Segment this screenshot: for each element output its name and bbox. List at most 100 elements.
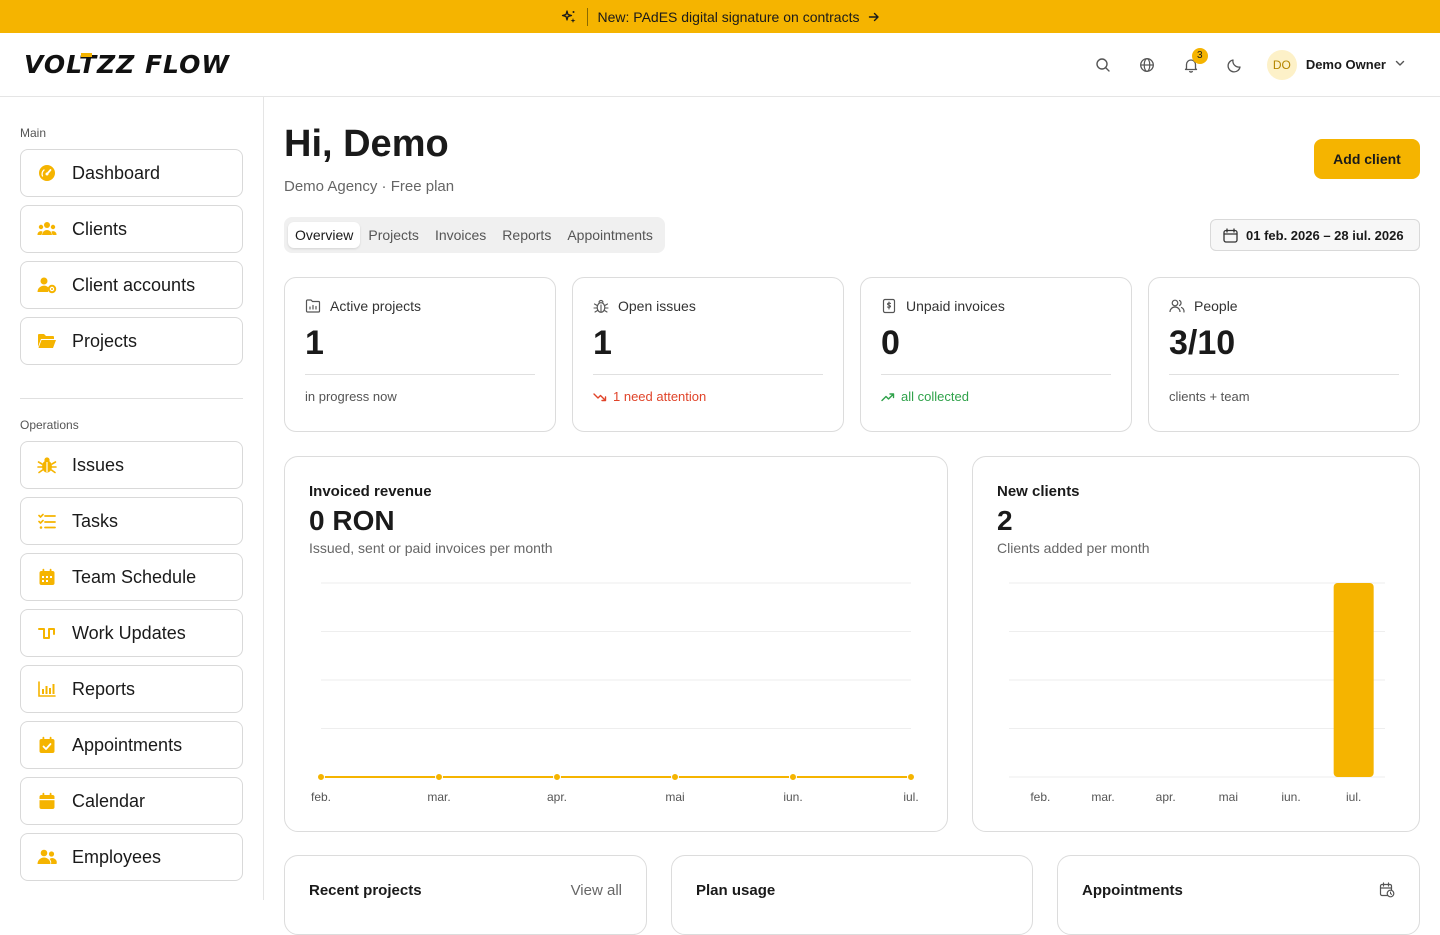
card-title: Appointments [1082,882,1183,899]
stat-card-active-projects[interactable]: Active projects 1 in progress now [284,277,556,432]
sidebar-item-label: Calendar [72,790,146,811]
tab-bar: Overview Projects Invoices Reports Appoi… [284,217,665,253]
sidebar-item-appointments[interactable]: Appointments [20,721,243,769]
stat-header: People [1169,298,1399,314]
stat-label: Unpaid invoices [906,298,1005,314]
revenue-chart-card: feb. mar. apr. mai iun. iul. Invoiced revenue… [284,456,948,832]
bar-chart-icon [37,679,57,699]
stat-footnote: clients + team [1169,389,1250,404]
stat-footnote: all collected [881,389,1111,404]
announcement-bar[interactable]: New: PAdES digital signature on contract… [0,0,1440,33]
sidebar-item-team-schedule[interactable]: Team Schedule [20,553,243,601]
x-tick-label: mai [1219,790,1238,804]
sidebar-divider [20,398,243,399]
sidebar-item-dashboard[interactable]: Dashboard [20,149,243,197]
data-point [317,773,325,781]
stat-card-open-issues[interactable]: Open issues 1 1 need attention [572,277,844,432]
stat-value: 1 [305,324,324,362]
tab-invoices[interactable]: Invoices [427,222,494,248]
sparkles-icon [561,9,577,25]
stat-divider [881,374,1111,375]
logo-part: ZZ FLOW [97,50,230,79]
invoice-icon [882,298,896,314]
appointments-card: Appointments [1057,855,1420,935]
calendar-icon [1223,227,1238,243]
sidebar-item-reports[interactable]: Reports [20,665,243,713]
sidebar-item-issues[interactable]: Issues [20,441,243,489]
trend-down-icon [593,392,607,401]
sidebar-item-work-updates[interactable]: Work Updates [20,609,243,657]
date-range-picker[interactable]: 01 feb. 2026 – 28 iul. 2026 [1210,219,1420,251]
data-point [789,773,797,781]
stat-value: 0 [881,324,900,362]
x-tick-label: apr. [1156,790,1176,804]
card-title: Recent projects [309,882,422,899]
top-header: VOLTZZ FLOW 3 DO Demo Owner [0,33,1440,97]
arrow-right-icon[interactable] [868,11,880,23]
chart-value: 2 [997,505,1013,536]
plan-usage-card: Plan usage [671,855,1033,935]
sidebar-item-label: Dashboard [72,162,161,183]
tab-overview[interactable]: Overview [288,222,361,248]
stat-header: Unpaid invoices [881,298,1111,314]
sidebar-item-tasks[interactable]: Tasks [20,497,243,545]
tab-appointments[interactable]: Appointments [559,222,661,248]
chart-subtitle: Issued, sent or paid invoices per month [309,540,553,556]
stat-card-people[interactable]: People 3/10 clients + team [1148,277,1420,432]
page-title: Hi, Demo [284,123,449,165]
notification-badge: 3 [1191,47,1208,64]
globe-icon[interactable] [1125,43,1169,87]
bell-icon[interactable]: 3 [1169,43,1213,87]
brand-logo[interactable]: VOLTZZ FLOW [24,50,230,79]
stat-value: 1 [593,324,612,362]
people-icon [1169,299,1185,313]
header-actions: 3 DO Demo Owner [1081,43,1416,87]
folder-chart-icon [305,299,321,313]
x-tick-label: feb. [311,790,331,804]
add-client-button[interactable]: Add client [1314,139,1420,179]
stat-divider [305,374,535,375]
search-icon[interactable] [1081,43,1125,87]
announcement-separator [586,7,588,26]
folder-icon [37,331,57,351]
x-tick-label: feb. [1030,790,1050,804]
sidebar-item-clients[interactable]: Clients [20,205,243,253]
bug-icon [37,455,57,475]
view-all-link[interactable]: View all [571,882,622,899]
card-title: Plan usage [696,882,776,899]
sidebar-item-label: Employees [72,846,162,867]
stat-footnote-text: 1 need attention [613,389,707,404]
logo-part: VOL [24,50,79,79]
stat-value: 3/10 [1169,324,1236,362]
tab-projects[interactable]: Projects [360,222,427,248]
user-gear-icon [37,275,57,295]
sidebar-item-label: Tasks [72,510,119,531]
tab-reports[interactable]: Reports [494,222,559,248]
logo-part: T [78,50,98,79]
announcement-text[interactable]: New: PAdES digital signature on contract… [598,9,860,25]
stat-card-unpaid-invoices[interactable]: Unpaid invoices 0 all collected [860,277,1132,432]
x-tick-label: mai [665,790,684,804]
team-icon [37,847,57,867]
moon-icon[interactable] [1213,43,1257,87]
avatar: DO [1266,49,1297,80]
x-tick-label: mar. [1091,790,1114,804]
sidebar-item-client-accounts[interactable]: Client accounts [20,261,243,309]
gauge-icon [37,163,57,183]
page-subtitle: Demo Agency · Free plan [284,178,455,195]
pulse-icon [37,623,57,643]
list-check-icon [37,511,57,531]
sidebar-item-calendar[interactable]: Calendar [20,777,243,825]
stat-footnote: 1 need attention [593,389,823,404]
chart-value: 0 RON [309,505,395,536]
data-point [435,773,443,781]
user-menu[interactable]: DO Demo Owner [1266,49,1406,80]
sidebar-item-projects[interactable]: Projects [20,317,243,365]
sidebar-item-employees[interactable]: Employees [20,833,243,881]
sidebar-item-label: Clients [72,218,128,239]
stat-divider [1169,374,1399,375]
stat-label: Active projects [330,298,422,314]
stat-footnote-text: all collected [901,389,969,404]
sidebar-item-label: Reports [72,678,136,699]
chart-subtitle: Clients added per month [997,540,1150,556]
